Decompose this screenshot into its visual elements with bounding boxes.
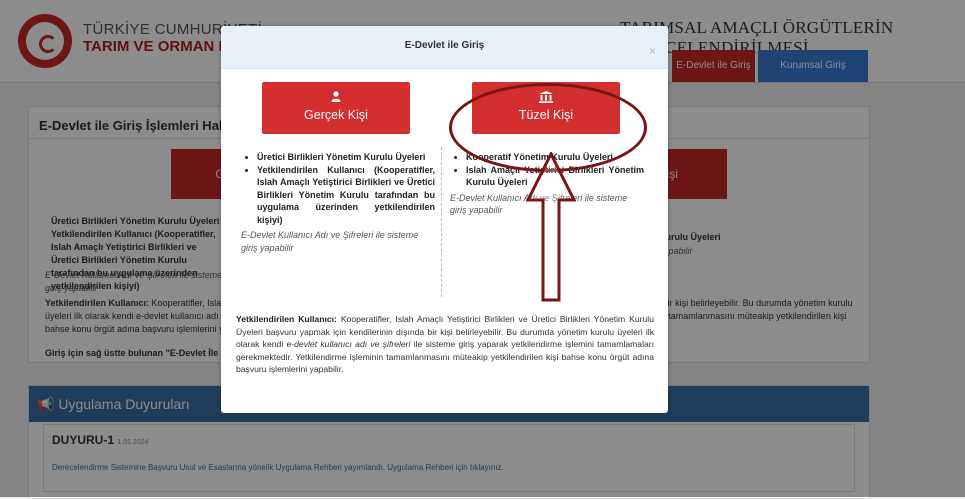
close-icon[interactable]: ×	[649, 44, 656, 58]
gercek-note: E-Devlet Kullanıcı Adı ve Şifreleri ile …	[241, 230, 419, 253]
gercek-kisi-label: Gerçek Kişi	[304, 108, 368, 122]
edevlet-login-modal: E-Devlet ile Giriş × Gerçek Kişi Tüzel K…	[221, 26, 668, 413]
authorized-user-paragraph: Yetkilendirilen Kullanıcı: Kooperatifler…	[236, 314, 655, 374]
gercek-bullet-1: Üretici Birlikleri Yönetim Kurulu Üyeler…	[257, 151, 435, 164]
gercek-kisi-button[interactable]: Gerçek Kişi	[262, 82, 410, 134]
authorized-user-label: Yetkilendirilen Kullanıcı:	[236, 314, 337, 324]
gercek-kisi-info: Üretici Birlikleri Yönetim Kurulu Üyeler…	[241, 151, 435, 254]
modal-title: E-Devlet ile Giriş	[404, 40, 485, 51]
modal-header: E-Devlet ile Giriş ×	[221, 26, 668, 69]
person-icon	[262, 91, 410, 105]
annotation-arrow	[526, 152, 576, 302]
gercek-bullet-2: Yetkilendirilen Kullanıcı (Kooperatifler…	[257, 164, 435, 227]
column-divider	[441, 147, 442, 297]
